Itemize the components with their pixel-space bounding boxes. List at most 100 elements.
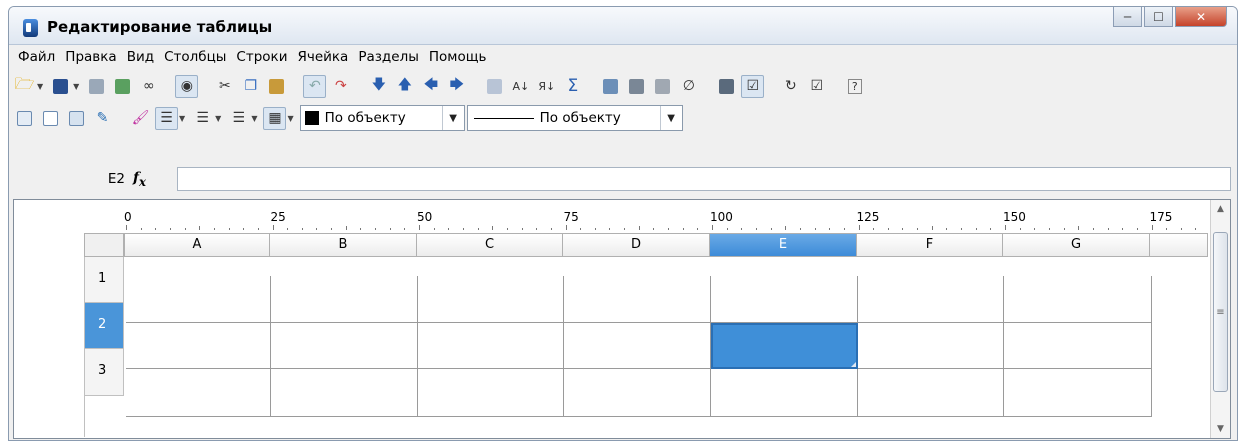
checkbox-toggle-button[interactable]: ☑ (741, 74, 765, 98)
table-cell-a2[interactable] (126, 323, 271, 369)
split-cells-button[interactable] (39, 107, 62, 130)
menu-columns[interactable]: Столбцы (159, 47, 231, 69)
export-button[interactable] (111, 75, 134, 98)
align-dropdown-icon[interactable]: ▼ (179, 114, 185, 123)
empty-button[interactable]: ∅ (677, 75, 700, 98)
merge-cells-button[interactable] (13, 107, 36, 130)
table-cell-e2[interactable] (711, 323, 858, 369)
grid-corner[interactable] (84, 233, 124, 257)
color-combo[interactable]: По объекту ▼ (299, 105, 465, 131)
block-button[interactable] (651, 75, 674, 98)
save-button[interactable] (49, 75, 72, 98)
lineweight-combo[interactable]: По объекту ▼ (466, 105, 683, 131)
table-cell-c1[interactable] (418, 276, 564, 323)
table-cell-f3[interactable] (858, 369, 1004, 417)
menu-sections[interactable]: Разделы (353, 47, 424, 69)
table-cell-b1[interactable] (271, 276, 418, 323)
table-cell-a3[interactable] (126, 369, 271, 417)
color-combo-arrow-icon[interactable]: ▼ (441, 106, 464, 130)
import-button[interactable] (85, 75, 108, 98)
close-button[interactable]: ✕ (1175, 7, 1227, 27)
move-up-button[interactable]: 🡅 (393, 75, 416, 98)
table-cell-d3[interactable] (564, 369, 711, 417)
calculator-button[interactable] (715, 75, 738, 98)
minimize-button[interactable]: ─ (1113, 7, 1142, 27)
row-header-1[interactable]: 1 (84, 257, 124, 303)
move-left-button[interactable]: 🡄 (419, 75, 442, 98)
scroll-down-icon[interactable]: ▼ (1211, 420, 1230, 438)
ruler-tick (316, 228, 318, 230)
preview-button[interactable]: ◉ (175, 74, 199, 98)
ruler-tick (492, 226, 494, 230)
open-dropdown-icon[interactable]: ▼ (37, 82, 43, 91)
table-cell-b3[interactable] (271, 369, 418, 417)
refresh-button[interactable]: ↻ (779, 75, 802, 98)
arrow-right-icon: 🡆 (449, 77, 465, 93)
table-cell-g3[interactable] (1004, 369, 1152, 417)
valign-dropdown-icon[interactable]: ▼ (215, 114, 221, 123)
table-cell-d1[interactable] (564, 276, 711, 323)
column-header-g[interactable]: G (1003, 233, 1150, 257)
column-header-c[interactable]: C (417, 233, 563, 257)
maximize-button[interactable]: ☐ (1144, 7, 1173, 27)
borders-dropdown-icon[interactable]: ▼ (287, 114, 293, 123)
menu-edit[interactable]: Правка (60, 47, 121, 69)
redo-button[interactable]: ↷ (329, 75, 352, 98)
sum-button[interactable]: Σ (561, 75, 584, 98)
format-painter-button[interactable]: 🖌 (129, 107, 152, 130)
table-cell-d2[interactable] (564, 323, 711, 369)
sort-asc-button[interactable]: A↓ (509, 75, 532, 98)
clear-format-button[interactable] (483, 75, 506, 98)
row-header-2[interactable]: 2 (84, 303, 124, 349)
borders-button[interactable]: ▦ (263, 106, 287, 130)
column-header-d[interactable]: D (563, 233, 710, 257)
column-header-e[interactable]: E (710, 233, 857, 257)
column-header-a[interactable]: A (124, 233, 270, 257)
move-down-button[interactable]: 🡇 (367, 75, 390, 98)
menu-view[interactable]: Вид (122, 47, 159, 69)
grid-button[interactable] (65, 107, 88, 130)
table-cell-a1[interactable] (126, 276, 271, 323)
fx-icon[interactable]: fx (133, 170, 177, 189)
sort-desc-button[interactable]: Я↓ (535, 75, 558, 98)
field-icon (603, 78, 619, 94)
justify-dropdown-icon[interactable]: ▼ (251, 114, 257, 123)
copy-button[interactable]: ❐ (239, 75, 262, 98)
column-header-b[interactable]: B (270, 233, 417, 257)
row-header-3[interactable]: 3 (84, 349, 124, 396)
column-header-f[interactable]: F (857, 233, 1003, 257)
table-cell-c2[interactable] (418, 323, 564, 369)
menu-rows[interactable]: Строки (231, 47, 292, 69)
scroll-thumb[interactable]: ≡ (1213, 232, 1228, 392)
table-cell-e3[interactable] (711, 369, 858, 417)
move-right-button[interactable]: 🡆 (445, 75, 468, 98)
align-button[interactable]: ☰ (155, 106, 178, 130)
open-button[interactable]: 🗁 (13, 74, 36, 98)
lineweight-combo-arrow-icon[interactable]: ▼ (659, 106, 682, 130)
table-cell-f1[interactable] (858, 276, 1004, 323)
save-dropdown-icon[interactable]: ▼ (73, 82, 79, 91)
table-cell-g2[interactable] (1004, 323, 1152, 369)
undo-button[interactable]: ↶ (303, 74, 327, 98)
table-cell-b2[interactable] (271, 323, 418, 369)
menu-file[interactable]: Файл (13, 47, 60, 69)
menu-help[interactable]: Помощь (424, 47, 492, 69)
cut-button[interactable]: ✂ (213, 75, 236, 98)
justify-button[interactable]: ☰ (227, 107, 250, 130)
valign-button[interactable]: ☰ (191, 107, 214, 130)
apply-button[interactable]: ☑ (805, 75, 828, 98)
menu-cell[interactable]: Ячейка (292, 47, 353, 69)
table-cell-e1[interactable] (711, 276, 858, 323)
link-button[interactable]: ∞ (137, 75, 160, 98)
book-button[interactable] (625, 75, 648, 98)
vertical-scrollbar[interactable]: ▲ ≡ ▼ (1210, 200, 1230, 438)
paste-button[interactable] (265, 75, 288, 98)
edit-cell-button[interactable]: ✎ (91, 107, 114, 130)
scroll-up-icon[interactable]: ▲ (1211, 200, 1230, 218)
table-cell-f2[interactable] (858, 323, 1004, 369)
table-cell-c3[interactable] (418, 369, 564, 417)
formula-input[interactable] (177, 167, 1231, 191)
table-cell-g1[interactable] (1004, 276, 1152, 323)
field-button[interactable] (599, 75, 622, 98)
help-button[interactable]: ? (843, 75, 866, 98)
